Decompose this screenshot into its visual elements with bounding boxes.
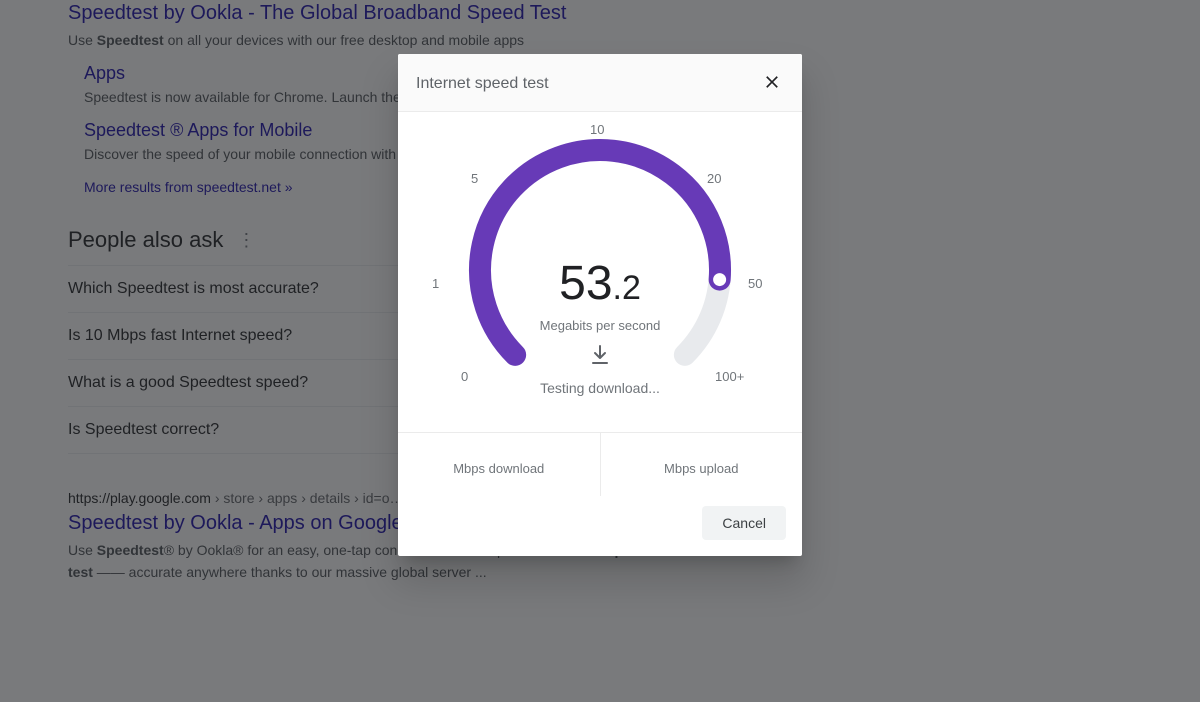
close-button[interactable] [758, 68, 786, 99]
gauge: 0 1 5 10 20 50 100+ 53.2 Megabits per se… [398, 112, 802, 432]
speed-test-dialog: Internet speed test 0 1 5 10 20 50 [398, 54, 802, 556]
dialog-title: Internet speed test [416, 75, 549, 93]
gauge-tick-5: 5 [471, 171, 478, 186]
results-row: Mbps download Mbps upload [398, 432, 802, 496]
gauge-tick-10: 10 [590, 122, 604, 137]
modal-overlay[interactable]: Internet speed test 0 1 5 10 20 50 [0, 0, 1200, 702]
download-icon [588, 343, 612, 367]
gauge-unit: Megabits per second [398, 318, 802, 333]
gauge-center: 53.2 Megabits per second Testing downloa… [398, 260, 802, 396]
gauge-value: 53.2 [398, 260, 802, 308]
dialog-footer: Cancel [398, 496, 802, 556]
upload-column: Mbps upload [601, 433, 803, 496]
cancel-button[interactable]: Cancel [702, 506, 786, 540]
gauge-tick-20: 20 [707, 171, 721, 186]
download-column: Mbps download [398, 433, 601, 496]
status-text: Testing download... [398, 380, 802, 396]
dialog-header: Internet speed test [398, 54, 802, 112]
close-icon [762, 72, 782, 92]
